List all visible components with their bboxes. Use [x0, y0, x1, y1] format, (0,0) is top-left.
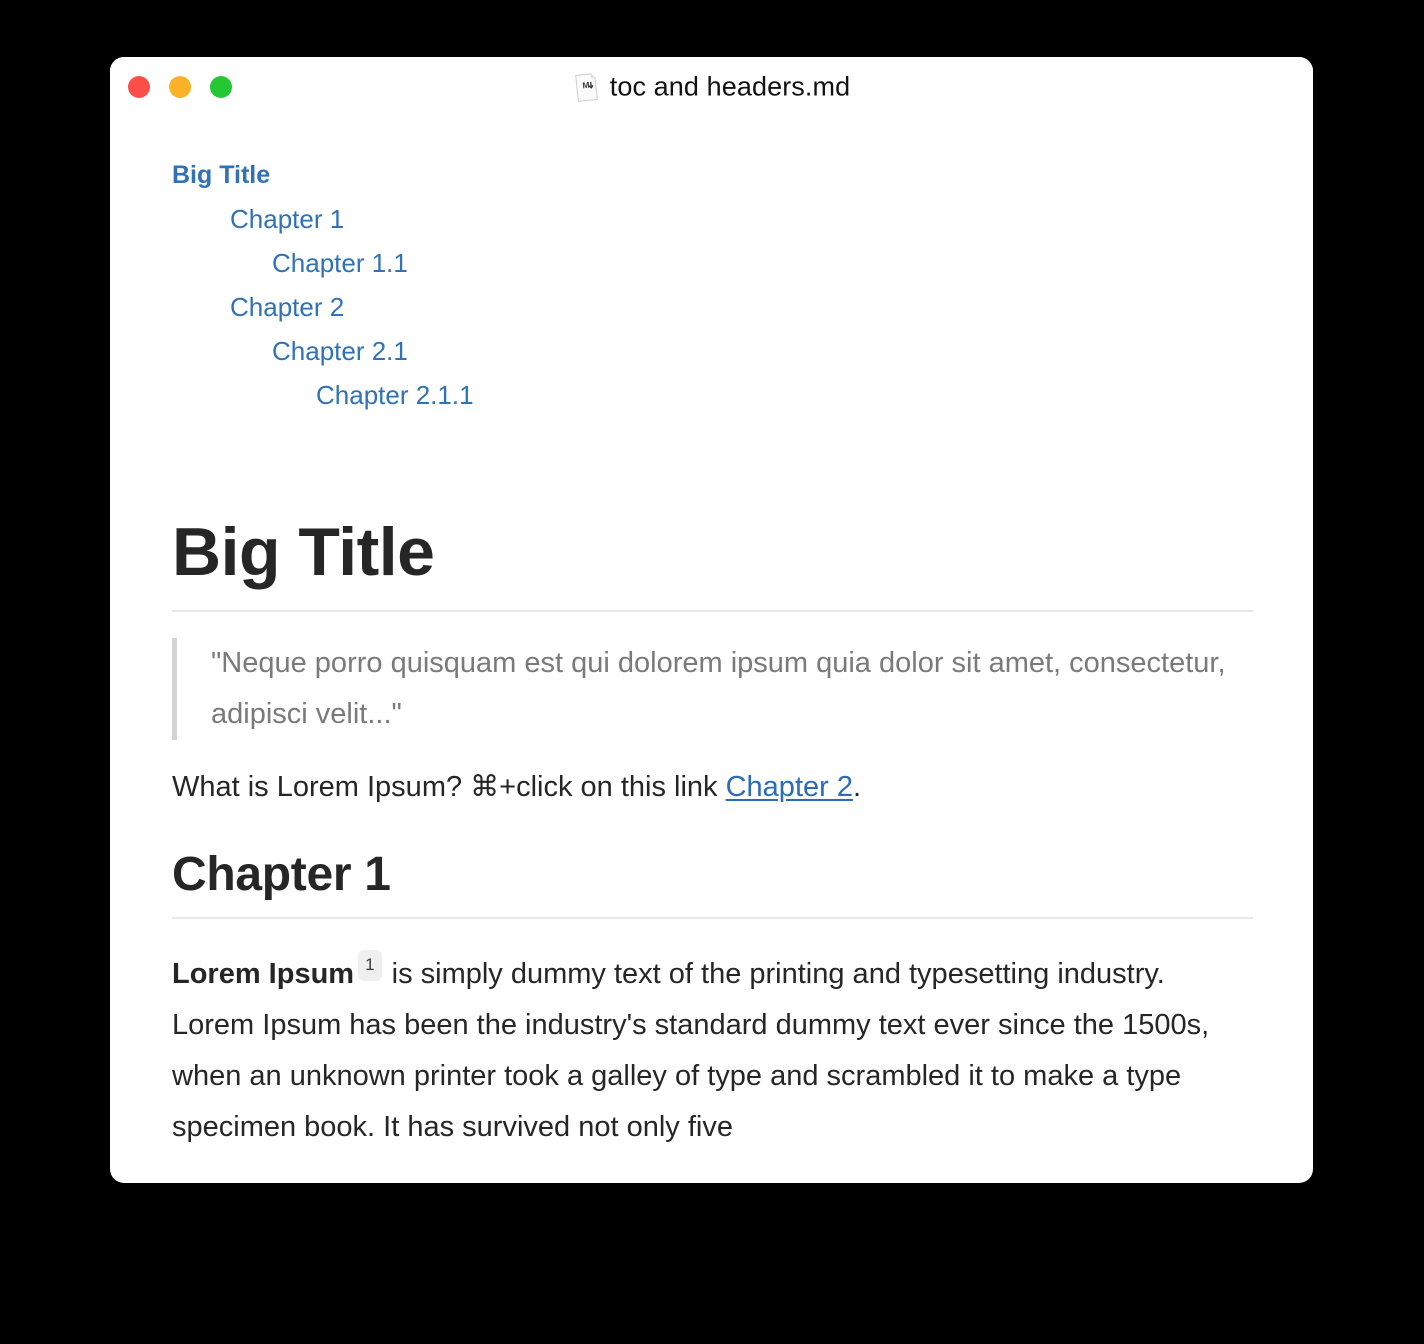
toc-link-chapter-2-1-1[interactable]: Chapter 2.1.1 — [316, 373, 474, 417]
heading-rule-2 — [172, 917, 1253, 920]
svg-text:M: M — [582, 79, 590, 90]
intro-paragraph: What is Lorem Ipsum? ⌘+click on this lin… — [172, 762, 1253, 813]
body-bold-lead: Lorem Ipsum — [172, 958, 355, 991]
toc-link-chapter-2-1[interactable]: Chapter 2.1 — [272, 329, 408, 373]
footnote-reference-1[interactable]: 1 — [358, 950, 382, 982]
heading-chapter-1: Chapter 1 — [172, 848, 391, 902]
intro-text-after-link: . — [852, 771, 862, 804]
toc-link-big-title[interactable]: Big Title — [172, 153, 270, 197]
body-paragraph: Lorem Ipsum 1 is simply dummy text of the… — [172, 949, 1253, 1153]
toc-link-chapter-2[interactable]: Chapter 2 — [230, 285, 344, 329]
markdown-file-icon: M — [573, 72, 599, 102]
table-of-contents: Big Title Chapter 1 Chapter 1.1 Chapter … — [172, 117, 1253, 417]
close-window-button[interactable] — [128, 76, 150, 98]
markdown-preview-window: M toc and headers.md Big Title Chapter 1… — [110, 57, 1313, 1183]
blockquote: "Neque porro quisquam est qui dolorem ip… — [172, 638, 1253, 741]
minimize-window-button[interactable] — [169, 76, 191, 98]
inline-link-chapter-2[interactable]: Chapter 2 — [726, 771, 853, 803]
window-titlebar: M toc and headers.md — [110, 57, 1313, 117]
zoom-window-button[interactable] — [210, 76, 232, 98]
window-title: toc and headers.md — [609, 71, 851, 102]
desktop-background: M toc and headers.md Big Title Chapter 1… — [0, 0, 1424, 1344]
window-controls — [128, 76, 232, 98]
heading-rule-1 — [172, 610, 1253, 613]
toc-link-chapter-1-1[interactable]: Chapter 1.1 — [272, 241, 408, 285]
intro-text-before-link: What is Lorem Ipsum? ⌘+click on this lin… — [172, 771, 726, 804]
blockquote-text: "Neque porro quisquam est qui dolorem ip… — [211, 647, 1226, 731]
toc-link-chapter-1[interactable]: Chapter 1 — [230, 197, 344, 241]
document-content: Big Title Chapter 1 Chapter 1.1 Chapter … — [110, 117, 1313, 1183]
window-title-group: M toc and headers.md — [110, 72, 1313, 103]
heading-big-title: Big Title — [172, 514, 435, 590]
